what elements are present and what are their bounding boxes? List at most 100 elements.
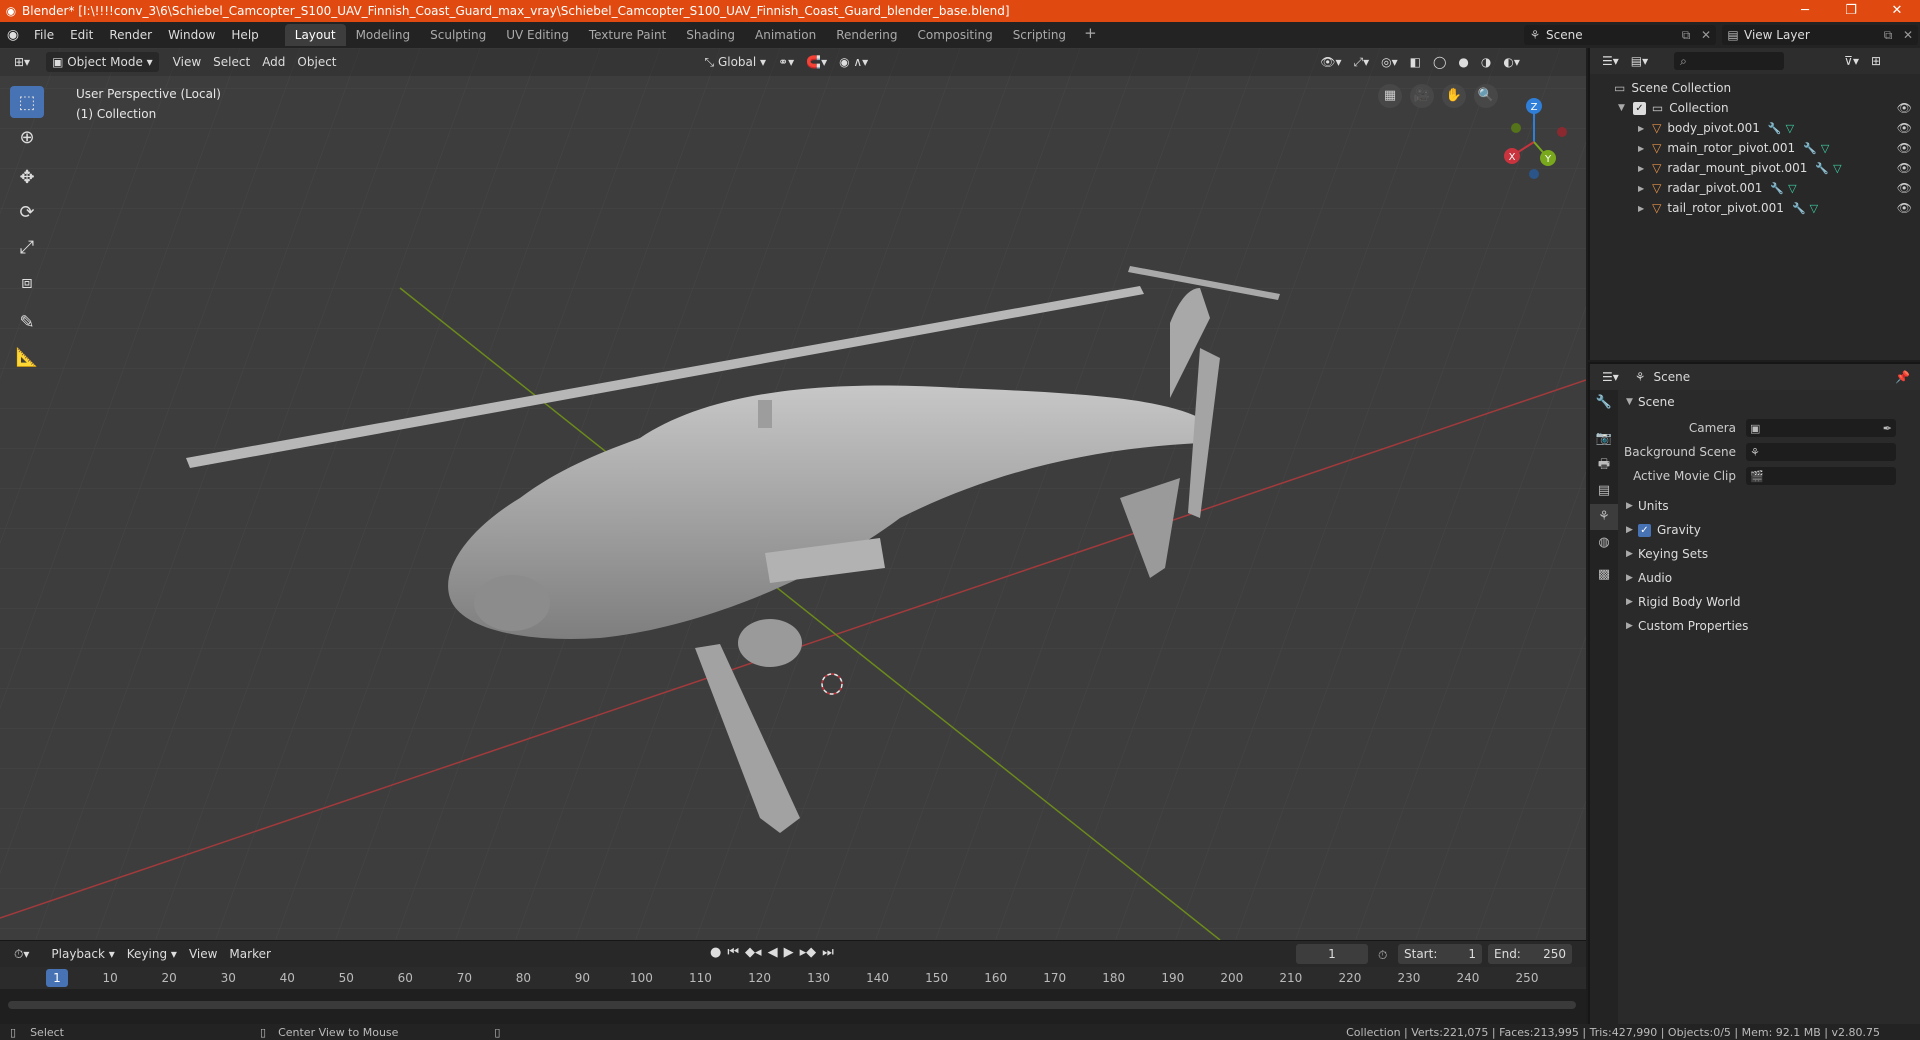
gizmo-neg-x[interactable] — [1557, 127, 1567, 137]
background-scene-field[interactable]: ⚘ — [1746, 443, 1896, 461]
timeline-scrollbar[interactable] — [8, 1001, 1576, 1009]
scale-tool-icon[interactable]: ⤢ — [10, 231, 44, 263]
wireframe-shading-icon[interactable]: ◯ — [1427, 52, 1452, 72]
view-layer-selector[interactable]: ▤ View Layer ⧉ ✕ — [1722, 25, 1918, 45]
output-tab-icon[interactable]: 🖶 — [1590, 452, 1618, 478]
list-item[interactable]: ▶ ▽ body_pivot.001 🔧 ▽ 👁 — [1590, 118, 1920, 138]
panel-scene[interactable]: ▼ Scene — [1620, 390, 1920, 414]
display-mode-icon[interactable]: ▤▾ — [1625, 51, 1654, 71]
world-tab-icon[interactable]: ◍ — [1590, 530, 1618, 556]
camera-view-icon[interactable]: 🎥 — [1410, 84, 1434, 108]
play-reverse-icon[interactable]: ◀ — [768, 945, 778, 960]
collection-visibility-icon[interactable]: 👁 — [1897, 101, 1912, 115]
grid-view-icon[interactable]: ▦ — [1378, 84, 1402, 108]
modifier-icon[interactable]: 🔧 — [1803, 142, 1817, 155]
properties-editor-type-icon[interactable]: ☰▾ — [1596, 367, 1625, 387]
visibility-icon[interactable]: 👁 — [1897, 161, 1912, 175]
outliner-editor-type-icon[interactable]: ☰▾ — [1596, 51, 1625, 71]
collection-row[interactable]: ▼ ✓ ▭ Collection 👁 — [1590, 98, 1920, 118]
prev-keyframe-icon[interactable]: ◆◂ — [745, 945, 762, 960]
xray-icon[interactable]: ◧ — [1404, 52, 1427, 72]
visibility-icon[interactable]: 👁▾ — [1314, 52, 1347, 72]
cursor-tool-icon[interactable]: ⊕ — [10, 121, 44, 153]
remove-layer-icon[interactable]: ✕ — [1898, 28, 1918, 42]
select-box-tool-icon[interactable]: ⬚ — [10, 86, 44, 118]
editor-type-icon[interactable]: ⊞▾ — [8, 52, 36, 72]
transform-tool-icon[interactable]: ⧈ — [10, 266, 44, 298]
add-workspace-icon[interactable]: + — [1076, 24, 1105, 46]
material-shading-icon[interactable]: ◑ — [1475, 52, 1497, 72]
minimize-icon[interactable]: ─ — [1782, 0, 1828, 22]
panel-units[interactable]: ▶ Units — [1620, 494, 1920, 518]
overlay-toggle-icon[interactable]: ◎▾ — [1375, 52, 1404, 72]
play-icon[interactable]: ▶ — [784, 945, 794, 960]
tab-layout[interactable]: Layout — [284, 24, 346, 46]
render-tab-icon[interactable]: 📷 — [1590, 426, 1618, 452]
mesh-data-icon[interactable]: ▽ — [1788, 182, 1796, 195]
menu-window[interactable]: Window — [160, 24, 223, 46]
scene-selector[interactable]: ⚘ Scene ⧉ ✕ — [1524, 25, 1716, 45]
expand-arrow-icon[interactable]: ▶ — [1638, 184, 1644, 193]
panel-gravity[interactable]: ▶ ✓ Gravity — [1620, 518, 1920, 542]
menu-playback[interactable]: Playback ▾ — [45, 944, 120, 964]
start-frame-field[interactable]: Start: 1 — [1398, 944, 1482, 964]
tool-tab-icon[interactable]: 🔧 — [1590, 390, 1618, 416]
close-icon[interactable]: ✕ — [1874, 0, 1920, 22]
modifier-icon[interactable]: 🔧 — [1768, 122, 1782, 135]
new-collection-icon[interactable]: ⊞ — [1865, 51, 1887, 71]
menu-select[interactable]: Select — [207, 52, 256, 72]
expand-arrow-icon[interactable]: ▼ — [1618, 103, 1625, 113]
panel-audio[interactable]: ▶ Audio — [1620, 566, 1920, 590]
expand-arrow-icon[interactable]: ▶ — [1638, 164, 1644, 173]
playhead-frame[interactable]: 1 — [46, 969, 68, 987]
visibility-icon[interactable]: 👁 — [1897, 141, 1912, 155]
menu-timeline-view[interactable]: View — [183, 944, 223, 964]
menu-keying[interactable]: Keying ▾ — [121, 944, 183, 964]
modifier-icon[interactable]: 🔧 — [1815, 162, 1829, 175]
tab-animation[interactable]: Animation — [745, 24, 826, 46]
annotate-tool-icon[interactable]: ✎ — [10, 306, 44, 338]
active-movie-clip-field[interactable]: 🎬 — [1746, 467, 1896, 485]
scene-tab-icon[interactable]: ⚘ — [1590, 504, 1618, 530]
gizmo-toggle-icon[interactable]: ⤢▾ — [1347, 52, 1375, 72]
panel-custom-properties[interactable]: ▶ Custom Properties — [1620, 614, 1920, 638]
timeline-editor-type-icon[interactable]: ⏱▾ — [8, 944, 35, 964]
visibility-icon[interactable]: 👁 — [1897, 201, 1912, 215]
snap-icon[interactable]: 🧲▾ — [800, 52, 833, 72]
pin-icon[interactable]: 📌 — [1895, 370, 1910, 384]
mesh-data-icon[interactable]: ▽ — [1786, 122, 1794, 135]
tab-scripting[interactable]: Scripting — [1003, 24, 1076, 46]
blender-menu-icon[interactable]: ◉ — [0, 27, 26, 43]
tab-compositing[interactable]: Compositing — [907, 24, 1002, 46]
panel-keying-sets[interactable]: ▶ Keying Sets — [1620, 542, 1920, 566]
3d-viewport[interactable]: ⊞▾ ▣ Object Mode ▾ View Select Add Objec… — [0, 48, 1586, 940]
stopwatch-icon[interactable]: ⏱ — [1378, 948, 1387, 963]
visibility-icon[interactable]: 👁 — [1897, 121, 1912, 135]
frame-ruler[interactable]: 1 10 20 30 40 50 60 70 80 90 100 110 120 130 140 150 16… — [0, 967, 1586, 989]
menu-render[interactable]: Render — [101, 24, 160, 46]
current-frame-field[interactable]: 1 — [1296, 944, 1368, 964]
end-frame-field[interactable]: End: 250 — [1488, 944, 1572, 964]
texture-tab-icon[interactable]: ▩ — [1590, 562, 1618, 588]
modifier-icon[interactable]: 🔧 — [1770, 182, 1784, 195]
transform-orientation[interactable]: ⤡ Global ▾ — [699, 52, 773, 72]
menu-edit[interactable]: Edit — [62, 24, 101, 46]
mesh-data-icon[interactable]: ▽ — [1810, 202, 1818, 215]
menu-view[interactable]: View — [167, 52, 207, 72]
filter-icon[interactable]: ⊽▾ — [1838, 51, 1865, 71]
tab-modeling[interactable]: Modeling — [346, 24, 421, 46]
expand-arrow-icon[interactable]: ▶ — [1638, 124, 1644, 133]
rendered-shading-icon[interactable]: ◐▾ — [1497, 52, 1526, 72]
list-item[interactable]: ▶ ▽ tail_rotor_pivot.001 🔧 ▽ 👁 — [1590, 198, 1920, 218]
menu-marker[interactable]: Marker — [223, 944, 276, 964]
list-item[interactable]: ▶ ▽ main_rotor_pivot.001 🔧 ▽ 👁 — [1590, 138, 1920, 158]
jump-end-icon[interactable]: ⏭ — [822, 945, 834, 960]
visibility-icon[interactable]: 👁 — [1897, 181, 1912, 195]
pivot-icon[interactable]: ⚭▾ — [772, 52, 800, 72]
outliner-search-input[interactable]: ⌕ — [1674, 52, 1785, 70]
tab-rendering[interactable]: Rendering — [826, 24, 907, 46]
copy-scene-icon[interactable]: ⧉ — [1676, 28, 1696, 43]
restore-icon[interactable]: ❐ — [1828, 0, 1874, 22]
tab-sculpting[interactable]: Sculpting — [420, 24, 496, 46]
move-tool-icon[interactable]: ✥ — [10, 161, 44, 193]
